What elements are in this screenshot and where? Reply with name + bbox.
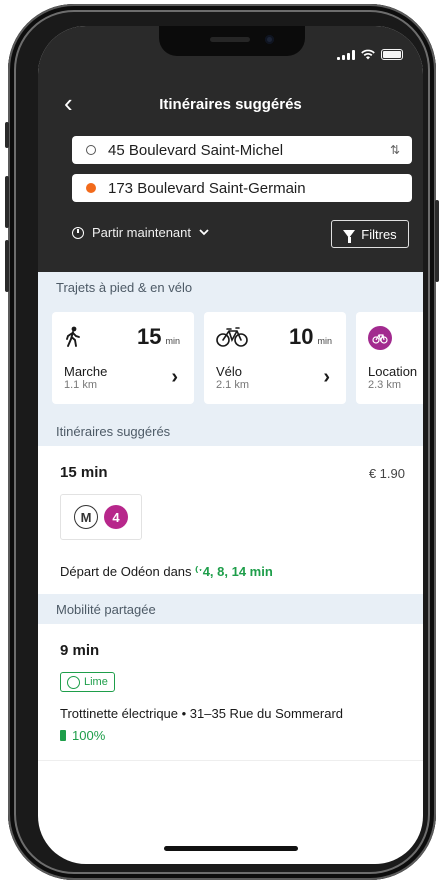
clock-icon [72, 226, 84, 239]
lime-logo: Lime [60, 672, 115, 692]
bike-rental-icon [368, 326, 392, 350]
destination-field[interactable]: 173 Boulevard Saint-Germain [72, 174, 412, 202]
power-button [435, 200, 439, 282]
section-title: Mobilité partagée [56, 601, 156, 617]
signal-icon [337, 49, 355, 60]
route-lines: M 4 [60, 494, 142, 540]
lime-wheel-icon [67, 675, 80, 689]
depart-time-selector[interactable]: Partir maintenant [72, 225, 209, 240]
section-shared: Mobilité partagée [38, 594, 423, 624]
battery-percent: 100% [72, 728, 106, 743]
destination-text: 173 Boulevard Saint-Germain [108, 179, 306, 197]
depart-label: Partir maintenant [92, 225, 191, 240]
walk-duration: 15 min [137, 324, 180, 349]
bike-duration: 10 min [289, 324, 332, 349]
bike-label: Vélo [216, 364, 243, 379]
chevron-down-icon [199, 229, 209, 236]
walk-card[interactable]: 15 min Marche 1.1 km › [52, 312, 194, 404]
route-price: € 1.90 [368, 466, 405, 481]
screen: ‹ Itinéraires suggérés 45 Boulevard Sain… [38, 26, 423, 864]
filter-icon [343, 230, 356, 243]
battery-level: 100% [60, 728, 105, 743]
shared-duration: 9 min [60, 642, 100, 659]
realtime-icon: ⁽ˑ [195, 564, 203, 579]
walk-distance: 1.1 km [64, 379, 98, 391]
phone-frame: ‹ Itinéraires suggérés 45 Boulevard Sain… [5, 4, 439, 880]
walk-bike-cards: 15 min Marche 1.1 km › 10 min Vélo 2.1 km … [38, 302, 423, 416]
volume-down-button [5, 240, 9, 292]
metro-icon: M [74, 505, 98, 529]
departure-text: Départ de Odéon dans [60, 564, 192, 579]
battery-full-icon [60, 730, 66, 741]
divider [38, 760, 423, 761]
line-4-badge: 4 [104, 505, 128, 529]
status-bar [337, 49, 403, 60]
shared-card[interactable]: 9 min Lime Trottinette électrique • 31–3… [38, 624, 423, 760]
departure-times: 4, 8, 14 min [202, 564, 273, 579]
camera [265, 35, 274, 44]
route-card[interactable]: 15 min € 1.90 M 4 Départ de Odéon dans ⁽… [38, 446, 423, 594]
section-title: Itinéraires suggérés [56, 423, 171, 439]
scooter-description: Trottinette électrique • 31–35 Rue du So… [60, 706, 343, 721]
filters-button[interactable]: Filtres [331, 220, 409, 248]
home-indicator[interactable] [164, 846, 298, 851]
bicycle-icon [216, 327, 248, 347]
swap-icon[interactable]: ⇅ [390, 143, 400, 157]
volume-up-button [5, 176, 9, 228]
origin-field[interactable]: 45 Boulevard Saint-Michel ⇅ [72, 136, 412, 164]
chevron-right-icon: › [323, 366, 330, 388]
chevron-right-icon: › [171, 366, 178, 388]
filters-label: Filtres [361, 226, 397, 242]
page-title: Itinéraires suggérés [159, 96, 302, 113]
route-duration: 15 min [60, 464, 108, 481]
lime-brand: Lime [84, 676, 108, 688]
notch [159, 26, 305, 56]
bike-card[interactable]: 10 min Vélo 2.1 km › [204, 312, 346, 404]
header: ‹ Itinéraires suggérés 45 Boulevard Sain… [38, 26, 423, 272]
destination-dot-icon [86, 183, 96, 193]
section-suggested: Itinéraires suggérés [38, 416, 423, 446]
mute-switch [5, 122, 9, 148]
rental-card[interactable]: Location 2.3 km [356, 312, 423, 404]
walking-icon [66, 326, 80, 347]
speaker [210, 37, 250, 42]
walk-label: Marche [64, 364, 108, 379]
battery-icon [381, 49, 403, 60]
section-walk-bike: Trajets à pied & en vélo [38, 272, 423, 302]
origin-dot-icon [86, 145, 96, 155]
departure-info: Départ de Odéon dans ⁽ˑ4, 8, 14 min [60, 564, 273, 580]
section-title: Trajets à pied & en vélo [56, 279, 193, 295]
rental-distance: 2.3 km [368, 379, 402, 391]
wifi-icon [361, 49, 375, 60]
origin-text: 45 Boulevard Saint-Michel [108, 141, 284, 159]
rental-label: Location [368, 364, 418, 379]
bike-distance: 2.1 km [216, 379, 250, 391]
